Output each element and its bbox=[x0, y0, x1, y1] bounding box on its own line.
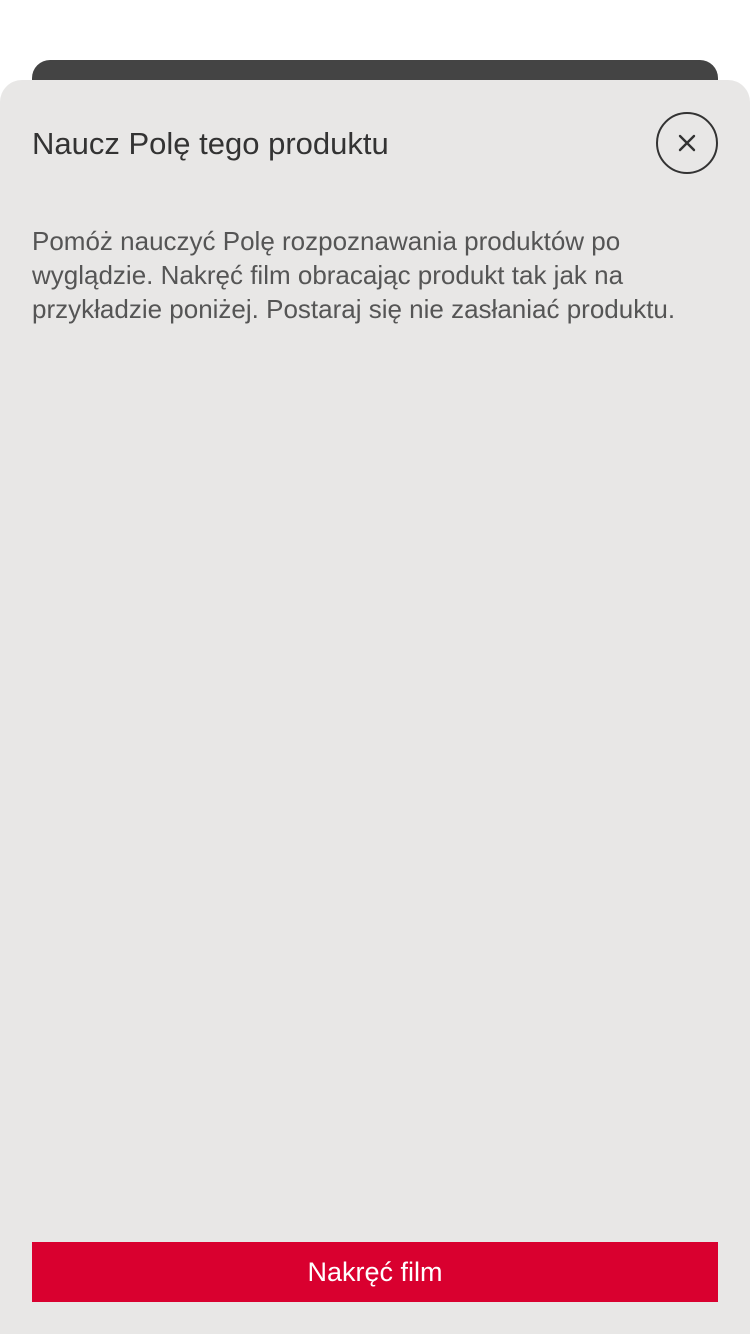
sheet-description: Pomóż nauczyć Polę rozpoznawania produkt… bbox=[32, 226, 676, 324]
sheet-title: Naucz Polę tego produktu bbox=[32, 126, 389, 161]
record-video-button[interactable]: Nakręć film bbox=[32, 1242, 718, 1302]
close-button[interactable] bbox=[656, 112, 718, 174]
close-icon bbox=[677, 133, 697, 153]
page: Naucz Polę tego produktu Pomóż nauczyć P… bbox=[0, 0, 750, 1334]
bottom-sheet: Naucz Polę tego produktu Pomóż nauczyć P… bbox=[0, 80, 750, 1334]
